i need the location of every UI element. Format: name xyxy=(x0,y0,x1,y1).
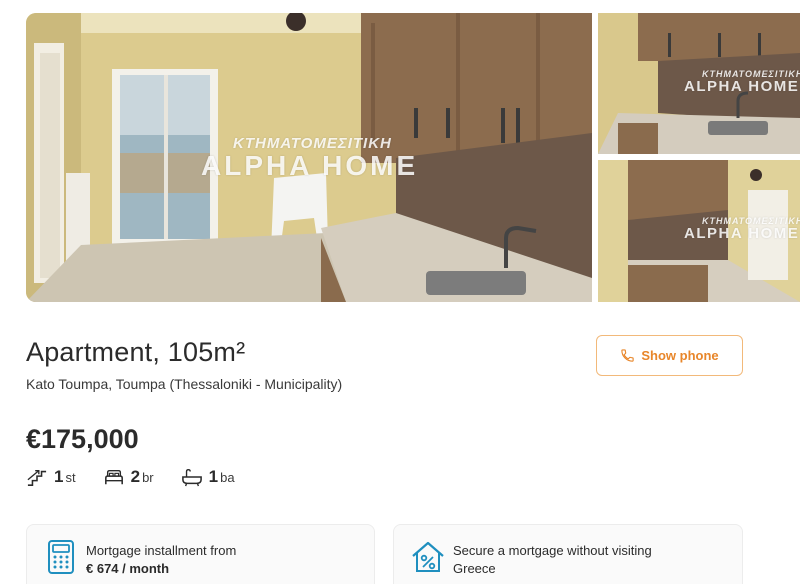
bathrooms-unit: ba xyxy=(220,469,235,485)
bathtub-icon xyxy=(181,469,202,487)
floor-unit: st xyxy=(65,469,76,485)
thumbnail-photo-2[interactable]: ΚΤΗΜΑΤΟΜΕΣΙΤΙΚΗ ALPHA HOME xyxy=(598,160,800,302)
mortgage-installment-card[interactable]: Mortgage installment from € 674 / month xyxy=(26,524,375,584)
feature-bathrooms: 1 ba xyxy=(181,467,235,487)
mortgage-line1: Mortgage installment from xyxy=(86,543,237,558)
photo-gallery[interactable]: ΚΤΗΜΑΤΟΜΕΣΙΤΙΚΗ ALPHA HOME ΚΤΗΜΑΤΟΜΕΣΙΤΙ… xyxy=(0,0,800,320)
kitchen-living-photo xyxy=(26,13,592,302)
stairs-icon xyxy=(27,469,47,486)
bedrooms-unit: br xyxy=(142,469,154,485)
floor-value: 1 xyxy=(54,467,64,486)
bedrooms-value: 2 xyxy=(130,467,141,486)
listing-title: Apartment, 105m² xyxy=(26,337,246,367)
secure-line1: Secure a mortgage without visiting xyxy=(453,543,652,558)
listing-price: €175,000 xyxy=(26,424,139,454)
mortgage-installment-text: Mortgage installment from € 674 / month xyxy=(86,542,236,578)
calculator-icon xyxy=(48,540,74,574)
secure-mortgage-text: Secure a mortgage without visiting Greec… xyxy=(453,542,652,578)
secure-mortgage-card[interactable]: Secure a mortgage without visiting Greec… xyxy=(393,524,743,584)
show-phone-label: Show phone xyxy=(641,348,719,363)
kitchen-counter-photo xyxy=(598,13,800,154)
thumbnail-photo-1[interactable]: ΚΤΗΜΑΤΟΜΕΣΙΤΙΚΗ ALPHA HOME xyxy=(598,13,800,154)
phone-icon xyxy=(621,349,635,362)
listing-location: Kato Toumpa, Toumpa (Thessaloniki - Muni… xyxy=(26,376,343,392)
mortgage-amount: € 674 / month xyxy=(86,561,170,576)
listing-features: 1 st 2 br 1 ba xyxy=(26,465,262,489)
kitchen-cabinets-photo xyxy=(598,160,800,302)
home-percent-icon xyxy=(412,541,444,572)
bathrooms-value: 1 xyxy=(208,467,219,486)
secure-line2: Greece xyxy=(453,561,496,576)
feature-floor: 1 st xyxy=(26,467,76,487)
show-phone-button[interactable]: Show phone xyxy=(596,335,743,376)
feature-bedrooms: 2 br xyxy=(103,467,154,487)
bed-icon xyxy=(104,469,123,485)
main-photo[interactable]: ΚΤΗΜΑΤΟΜΕΣΙΤΙΚΗ ALPHA HOME xyxy=(26,13,592,302)
